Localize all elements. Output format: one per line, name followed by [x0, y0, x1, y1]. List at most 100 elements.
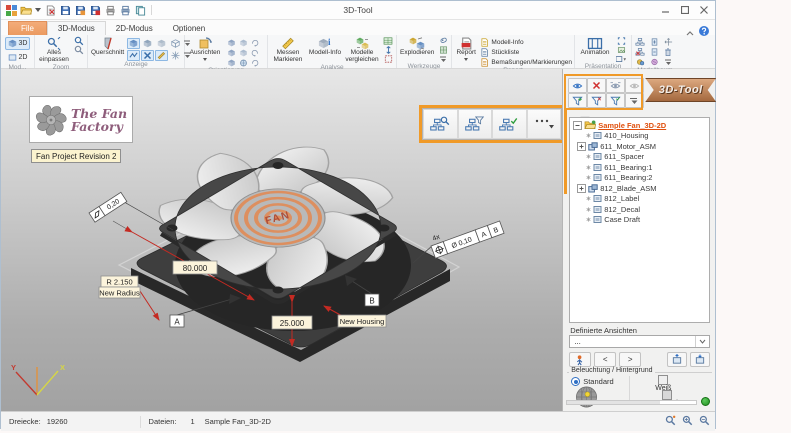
maximize-button[interactable]: [680, 5, 690, 15]
tree-filter-button[interactable]: [458, 110, 491, 138]
zoom-out-status-icon[interactable]: [699, 415, 710, 428]
lighting-standard-radio[interactable]: [571, 377, 581, 386]
view-front-icon[interactable]: [225, 38, 237, 48]
display-shaded-edges-toggle[interactable]: [141, 38, 154, 49]
zoom-window-icon[interactable]: [73, 37, 85, 45]
tree-move-icon[interactable]: [662, 38, 674, 46]
tab-3d-modus[interactable]: 3D-Modus: [46, 21, 106, 35]
previous-view-button[interactable]: <: [594, 352, 617, 367]
open-file-button[interactable]: [20, 4, 32, 16]
save-pdf-button[interactable]: [89, 4, 101, 16]
animation-button[interactable]: Animation: [577, 36, 613, 58]
copy-screenshot-button[interactable]: [134, 4, 146, 16]
rotate-ccw-icon[interactable]: [249, 48, 261, 58]
report-button[interactable]: Report: [454, 36, 478, 62]
view-right-icon[interactable]: [237, 48, 249, 58]
tree-color-icon[interactable]: [634, 58, 646, 66]
report-model-info-item[interactable]: Modell-Info: [480, 38, 572, 47]
restore-view-button[interactable]: [690, 352, 711, 367]
presentation-more-dropdown[interactable]: [615, 55, 627, 63]
background-white-checkbox[interactable]: [658, 375, 669, 385]
mode-3d-button[interactable]: 3D: [4, 37, 31, 50]
collapse-expander-icon[interactable]: [573, 120, 583, 130]
expand-expander-icon[interactable]: [577, 141, 587, 151]
zoom-window-status-icon[interactable]: [665, 415, 676, 428]
report-bom-item[interactable]: Stückliste: [480, 48, 572, 57]
tree-collapse-icon[interactable]: [648, 48, 660, 56]
tree-material-icon[interactable]: [648, 58, 660, 66]
background-normal-checkbox[interactable]: [661, 390, 672, 400]
viewport-3d[interactable]: FAN 80.000 25.000 R 2.150 New Radius New…: [1, 69, 564, 411]
close-button[interactable]: [699, 5, 709, 15]
tree-root-item[interactable]: Sample Fan_3D-2D: [573, 120, 709, 131]
tree-item-812-blade-asm[interactable]: 812_Blade_ASM: [573, 183, 709, 194]
view-left-icon[interactable]: [225, 48, 237, 58]
show-selected-button[interactable]: [568, 78, 588, 93]
zoom-in-out-icon[interactable]: [73, 46, 85, 54]
save-view-button[interactable]: [667, 352, 688, 367]
effects-toggle[interactable]: [169, 50, 182, 61]
annotations-toggle[interactable]: [155, 50, 169, 61]
texture-icon[interactable]: [437, 46, 449, 54]
model-info-button[interactable]: i Modell-Info: [308, 36, 342, 58]
bounding-box-icon[interactable]: [382, 55, 394, 63]
filter-add-button[interactable]: [568, 93, 588, 108]
collapse-ribbon-icon[interactable]: [686, 23, 694, 41]
filter-more-dropdown[interactable]: [625, 93, 645, 108]
capture-image-icon[interactable]: [615, 46, 627, 54]
save-as-button[interactable]: [74, 4, 86, 16]
tree-search-button[interactable]: [424, 110, 457, 138]
tools-more-dropdown[interactable]: [437, 55, 449, 63]
print-preview-button[interactable]: [119, 4, 131, 16]
tree-expand-icon[interactable]: [648, 38, 660, 46]
print-button[interactable]: [104, 4, 116, 16]
filter-apply-button[interactable]: [606, 93, 626, 108]
tree-item-611-spacer[interactable]: 611_Spacer: [573, 152, 709, 163]
help-icon[interactable]: [699, 23, 709, 41]
tree-item-611-bearing-2[interactable]: 611_Bearing:2: [573, 173, 709, 184]
grid-table-icon[interactable]: [382, 37, 394, 45]
tree-item-812-label[interactable]: 812_Label: [573, 194, 709, 205]
explode-button[interactable]: Explodieren: [399, 36, 435, 58]
filter-remove-button[interactable]: [587, 93, 607, 108]
fullscreen-icon[interactable]: [615, 37, 627, 45]
measure-mark-button[interactable]: Messen Markieren: [270, 36, 306, 64]
tree-delete-red-icon[interactable]: [634, 48, 646, 56]
tree-apply-button[interactable]: [493, 110, 526, 138]
tree-more-button[interactable]: [527, 110, 560, 138]
display-shaded-toggle[interactable]: [127, 38, 141, 49]
model-tree[interactable]: Sample Fan_3D-2D 410_Housing 611_Motor_A…: [569, 117, 711, 323]
expand-expander-icon[interactable]: [577, 183, 587, 193]
minimize-button[interactable]: [661, 5, 671, 15]
paint-icon[interactable]: [437, 37, 449, 45]
tab-2d-modus[interactable]: 2D-Modus: [106, 22, 163, 35]
display-transparent-toggle[interactable]: [155, 38, 168, 49]
defined-views-combobox[interactable]: ...: [569, 335, 711, 348]
modelltree-more-dropdown[interactable]: [662, 58, 674, 66]
trash-icon[interactable]: [662, 48, 674, 56]
hide-selected-button[interactable]: [587, 78, 607, 93]
tree-item-case-draft[interactable]: Case Draft: [573, 215, 709, 226]
tree-item-410-housing[interactable]: 410_Housing: [573, 131, 709, 142]
isolate-button[interactable]: [625, 78, 645, 93]
tab-optionen[interactable]: Optionen: [163, 22, 215, 35]
tab-file[interactable]: File: [8, 21, 47, 35]
zoom-fit-button[interactable]: Alles einpassen: [37, 36, 71, 64]
show-all-button[interactable]: [606, 78, 626, 93]
mode-2d-button[interactable]: 2D: [5, 51, 31, 64]
view-manager-button[interactable]: [569, 352, 592, 367]
align-button[interactable]: Ausrichten: [187, 36, 223, 62]
report-dimensions-item[interactable]: Bemaßungen/Markierungen: [480, 58, 572, 67]
save-button[interactable]: [59, 4, 71, 16]
zoom-in-status-icon[interactable]: [682, 415, 693, 428]
tree-show-icon[interactable]: [634, 38, 646, 46]
open-dropdown-arrow[interactable]: [35, 4, 41, 16]
tree-item-812-decal[interactable]: 812_Decal: [573, 204, 709, 215]
section-levels-icon[interactable]: [382, 46, 394, 54]
compare-models-button[interactable]: Modelle vergleichen: [344, 36, 380, 64]
rotate-cw-icon[interactable]: [249, 38, 261, 48]
display-wireframe-toggle[interactable]: [169, 38, 182, 49]
tree-item-611-motor-asm[interactable]: 611_Motor_ASM: [573, 141, 709, 152]
vertices-toggle[interactable]: [141, 50, 155, 61]
close-file-button[interactable]: [44, 4, 56, 16]
